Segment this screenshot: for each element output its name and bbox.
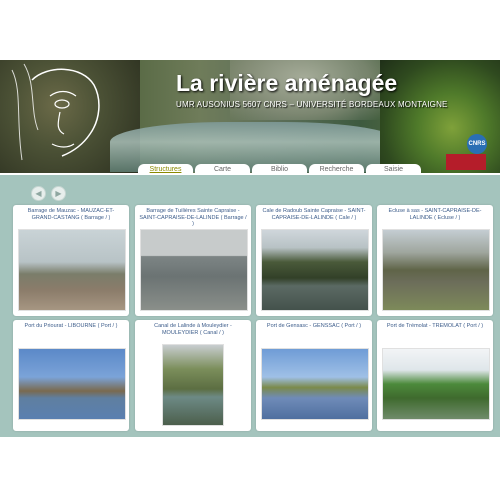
structure-photo[interactable]: [162, 344, 224, 426]
nav-tabs: Structures Carte Biblio Recherche Saisie: [138, 164, 421, 175]
structure-photo[interactable]: [382, 348, 490, 420]
card-caption[interactable]: Barrage de Tuilières Sainte Capraise - S…: [139, 208, 247, 228]
left-arrow-icon: ◀: [35, 189, 42, 198]
structure-photo[interactable]: [261, 348, 369, 420]
card-caption[interactable]: Ecluse à sas - SAINT-CAPRAISE-DE-LALINDE…: [381, 208, 489, 221]
structure-card[interactable]: Canal de Lalinde à Mouleydier - MOULEYDI…: [135, 320, 251, 431]
structure-photo[interactable]: [18, 229, 126, 311]
site-title: La rivière aménagée: [176, 70, 398, 96]
structure-card[interactable]: Barrage de Mauzac - MAUZAC-ET-GRAND-CAST…: [13, 205, 129, 316]
structure-card[interactable]: Cale de Radoub Sainte Capraise - SAINT-C…: [256, 205, 372, 316]
card-caption[interactable]: Port de Gensasc - GENSSAC ( Port / ): [260, 323, 368, 330]
card-caption[interactable]: Cale de Radoub Sainte Capraise - SAINT-C…: [260, 208, 368, 221]
prev-button[interactable]: ◀: [31, 186, 46, 201]
structure-photo[interactable]: [261, 229, 369, 311]
structure-card[interactable]: Ecluse à sas - SAINT-CAPRAISE-DE-LALINDE…: [377, 205, 493, 316]
site-subtitle: UMR AUSONIUS 5607 CNRS – UNIVERSITÉ BORD…: [176, 100, 448, 109]
tab-saisie[interactable]: Saisie: [366, 164, 421, 175]
structure-photo[interactable]: [18, 348, 126, 420]
card-caption[interactable]: Barrage de Mauzac - MAUZAC-ET-GRAND-CAST…: [17, 208, 125, 221]
structure-card[interactable]: Port de Gensasc - GENSSAC ( Port / ): [256, 320, 372, 431]
structure-card[interactable]: Port de Trémolat - TREMOLAT ( Port / ): [377, 320, 493, 431]
tab-recherche[interactable]: Recherche: [309, 164, 364, 175]
cnrs-logo: CNRS: [467, 134, 487, 154]
tab-structures[interactable]: Structures: [138, 164, 193, 175]
structure-photo[interactable]: [140, 229, 248, 311]
structure-photo[interactable]: [382, 229, 490, 311]
university-logo: [446, 154, 486, 170]
structure-card[interactable]: Barrage de Tuilières Sainte Capraise - S…: [135, 205, 251, 316]
face-drawing-icon: [11, 63, 100, 161]
right-arrow-icon: ▶: [55, 189, 62, 198]
tab-biblio[interactable]: Biblio: [252, 164, 307, 175]
card-caption[interactable]: Port du Priourat - LIBOURNE ( Port / ): [17, 323, 125, 330]
card-caption[interactable]: Port de Trémolat - TREMOLAT ( Port / ): [381, 323, 489, 330]
structure-card[interactable]: Port du Priourat - LIBOURNE ( Port / ): [13, 320, 129, 431]
card-caption[interactable]: Canal de Lalinde à Mouleydier - MOULEYDI…: [139, 323, 247, 336]
tab-carte[interactable]: Carte: [195, 164, 250, 175]
next-button[interactable]: ▶: [51, 186, 66, 201]
